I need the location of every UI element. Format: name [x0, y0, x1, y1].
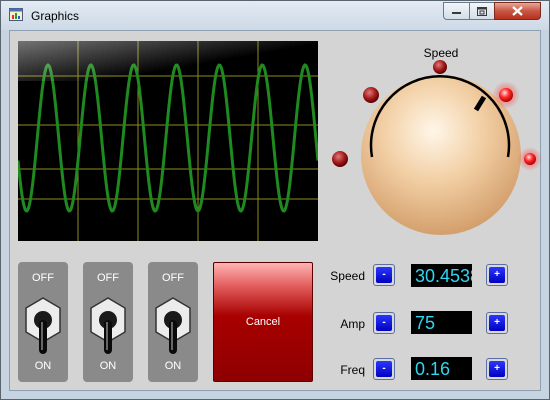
switch-off-label: OFF	[162, 272, 184, 284]
oscilloscope-trace-canvas	[18, 41, 318, 241]
toggle-lever-icon	[90, 297, 126, 354]
plus-icon: +	[489, 267, 505, 283]
switch-on-label: ON	[164, 360, 182, 372]
maximize-icon	[477, 6, 487, 16]
amp-label: Amp	[340, 317, 365, 331]
minimize-button[interactable]	[443, 2, 470, 20]
freq-increment-button[interactable]: +	[486, 358, 508, 380]
close-icon	[512, 6, 523, 16]
speed-value-display: 30.4538	[411, 264, 472, 287]
amp-increment-button[interactable]: +	[486, 312, 508, 334]
knob-led-3	[433, 60, 447, 74]
plus-icon: +	[489, 315, 505, 331]
freq-value-display: 0.16	[411, 357, 472, 380]
toggle-switch-1[interactable]: OFF ON	[18, 262, 68, 382]
plus-icon: +	[489, 361, 505, 377]
switch-off-label: OFF	[32, 272, 54, 284]
maximize-button[interactable]	[469, 2, 495, 20]
switch-on-label: ON	[99, 360, 117, 372]
window-title: Graphics	[31, 9, 80, 23]
toggle-lever-icon	[155, 297, 191, 354]
cancel-button-label: Cancel	[245, 316, 281, 328]
switch-on-label: ON	[34, 360, 52, 372]
knob-led-4	[499, 88, 513, 102]
cancel-button[interactable]: Cancel	[213, 262, 313, 382]
speed-knob[interactable]	[325, 41, 545, 241]
app-icon	[9, 8, 23, 21]
knob-led-5	[524, 153, 536, 165]
minus-icon: -	[376, 267, 392, 283]
speed-label: Speed	[330, 269, 365, 283]
minus-icon: -	[376, 315, 392, 331]
scope-waveform	[18, 63, 318, 213]
freq-label: Freq	[340, 363, 365, 377]
knob-led-1	[332, 151, 348, 167]
toggle-switch-3[interactable]: OFF ON	[148, 262, 198, 382]
minus-icon: -	[376, 361, 392, 377]
close-button[interactable]	[494, 2, 541, 20]
speed-decrement-button[interactable]: -	[373, 264, 395, 286]
freq-decrement-button[interactable]: -	[373, 358, 395, 380]
toggle-switch-2[interactable]: OFF ON	[83, 262, 133, 382]
minimize-icon	[452, 12, 461, 14]
knob-led-2	[363, 87, 379, 103]
switch-off-label: OFF	[97, 272, 119, 284]
amp-decrement-button[interactable]: -	[373, 312, 395, 334]
toggle-lever-icon	[25, 297, 61, 354]
amp-value-display: 75	[411, 311, 472, 334]
oscilloscope-display	[18, 41, 318, 241]
title-bar[interactable]: Graphics	[1, 1, 549, 30]
speed-increment-button[interactable]: +	[486, 264, 508, 286]
